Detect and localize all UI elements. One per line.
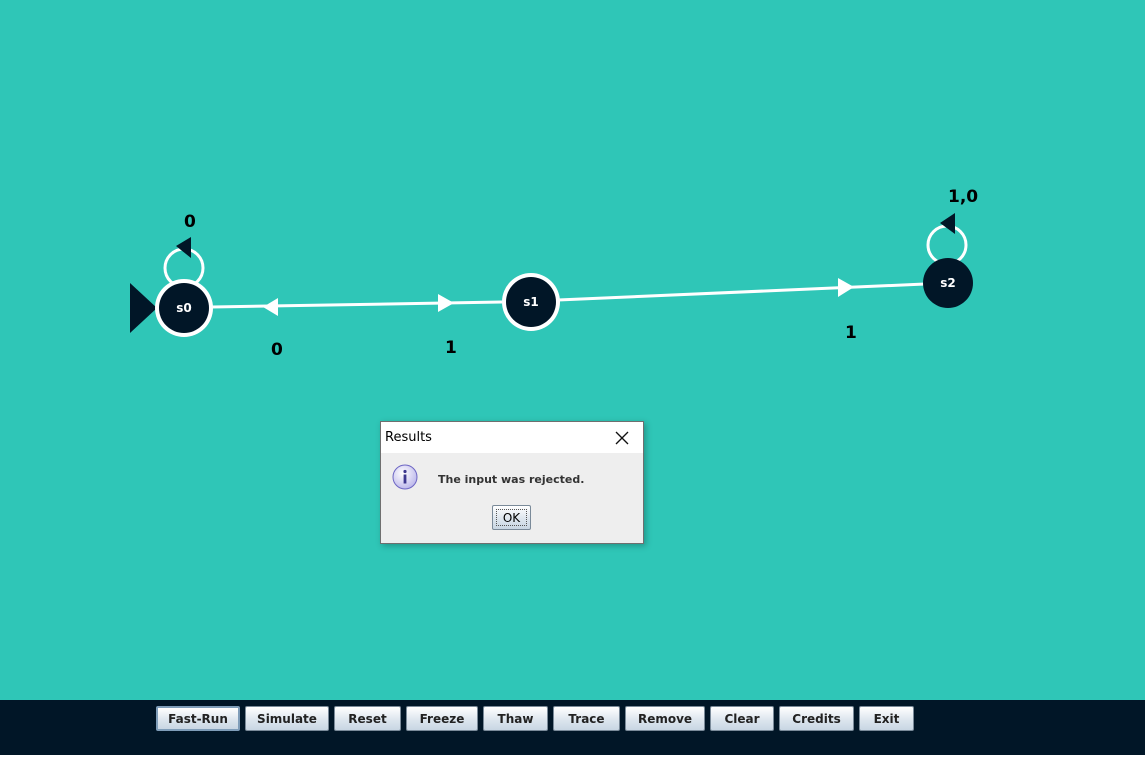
label-s0-loop: 0	[184, 212, 196, 232]
label-s0-to-s1: 1	[445, 338, 457, 358]
reset-button[interactable]: Reset	[334, 706, 401, 731]
label-s1-to-s0: 0	[271, 340, 283, 360]
initial-state-arrow	[130, 283, 157, 333]
fast-run-button[interactable]: Fast-Run	[156, 706, 240, 731]
state-s1[interactable]: s1	[502, 273, 560, 331]
trace-button[interactable]: Trace	[553, 706, 620, 731]
close-icon[interactable]	[607, 427, 637, 449]
dialog-message: The input was rejected.	[438, 473, 585, 486]
edge-s1-s2	[557, 282, 926, 302]
dialog-titlebar[interactable]: Results	[381, 422, 643, 453]
ok-button[interactable]: OK	[492, 505, 531, 530]
credits-button[interactable]: Credits	[779, 706, 854, 731]
remove-button[interactable]: Remove	[625, 706, 705, 731]
bottom-toolbar: Fast-Run Simulate Reset Freeze Thaw Trac…	[0, 700, 1145, 755]
info-icon	[392, 464, 418, 490]
automaton-diagram: s0 s1 s2 0 0 1 1 1,0	[130, 187, 978, 360]
label-s2-loop: 1,0	[948, 187, 978, 207]
arrow-s0-to-s1	[438, 294, 454, 312]
state-s0[interactable]: s0	[155, 279, 213, 337]
dialog-title: Results	[385, 430, 432, 445]
edge-s0-s1	[211, 300, 503, 309]
simulate-button[interactable]: Simulate	[245, 706, 329, 731]
ok-button-label: OK	[502, 510, 521, 525]
state-label-s1: s1	[523, 295, 539, 309]
label-s1-to-s2: 1	[845, 323, 857, 343]
arrow-s1-to-s2	[838, 278, 854, 297]
state-label-s0: s0	[176, 301, 192, 315]
automaton-canvas[interactable]: s0 s1 s2 0 0 1 1 1,0	[0, 0, 1145, 700]
self-loop-s2-arrow	[940, 213, 955, 234]
thaw-button[interactable]: Thaw	[483, 706, 548, 731]
self-loop-s0-arrow	[176, 237, 191, 258]
results-dialog: Results The input was rejected. OK	[380, 421, 644, 544]
state-label-s2: s2	[940, 276, 956, 290]
clear-button[interactable]: Clear	[710, 706, 774, 731]
freeze-button[interactable]: Freeze	[406, 706, 478, 731]
arrow-s1-to-s0	[263, 298, 278, 316]
exit-button[interactable]: Exit	[859, 706, 914, 731]
state-s2[interactable]: s2	[923, 258, 973, 308]
